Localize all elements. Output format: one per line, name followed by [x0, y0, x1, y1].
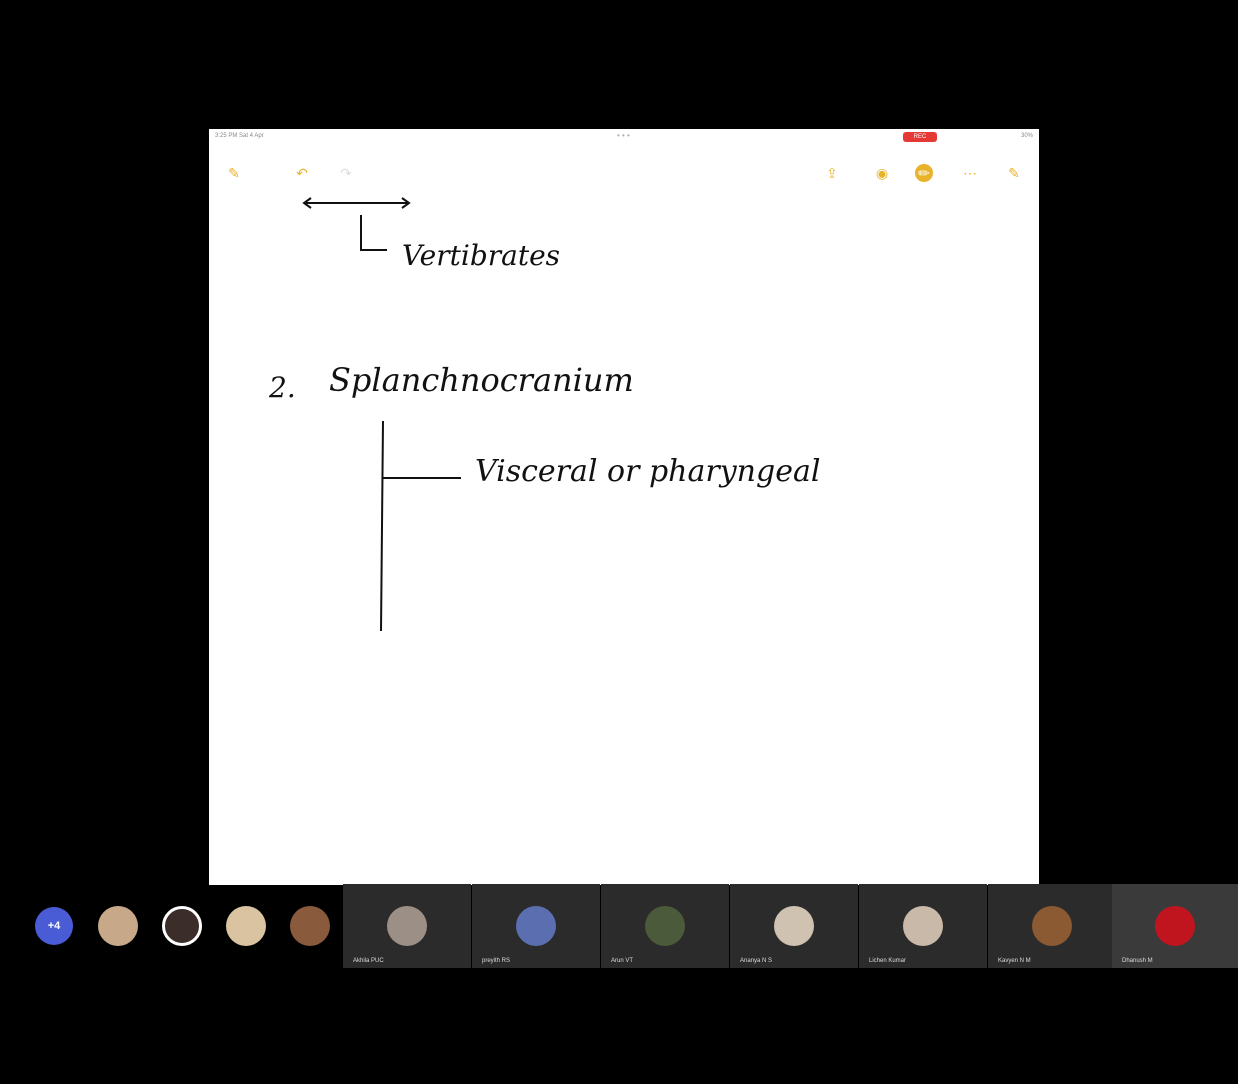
- avatar: [387, 906, 427, 946]
- pencil-icon[interactable]: ✎: [223, 162, 245, 184]
- battery-indicator: 30%: [1020, 133, 1033, 139]
- avatar: [98, 906, 138, 946]
- item-number-text: 2.: [268, 371, 296, 404]
- avatar: [290, 906, 330, 946]
- camera-icon[interactable]: ◉: [871, 162, 893, 184]
- participant-avatar-1[interactable]: [97, 884, 139, 968]
- redo-icon[interactable]: ↷: [335, 162, 357, 184]
- multitask-dots: • • •: [617, 131, 630, 140]
- avatar: [774, 906, 814, 946]
- participant-avatar-3[interactable]: [225, 884, 267, 968]
- status-time: 3:25 PM Sat 4 Apr: [215, 133, 264, 139]
- markup-icon[interactable]: ✏: [915, 164, 933, 182]
- tree-vertical-line: [380, 420, 384, 632]
- participant-video-tile[interactable]: Kavyen N M: [988, 884, 1116, 968]
- branch-label-text: Visceral or pharyngeal: [475, 454, 820, 489]
- participant-video-tile[interactable]: Ananya N S: [730, 884, 858, 968]
- avatar: [226, 906, 266, 946]
- participant-avatar-4[interactable]: [289, 884, 331, 968]
- splanchnocranium-text: Splanchnocranium: [329, 361, 634, 399]
- participant-avatar-2[interactable]: [161, 884, 203, 968]
- participant-strip: +4 Akhila PUC preyith RS Arun VT Ananya …: [0, 884, 1238, 968]
- participant-name: Dhanush M: [1122, 958, 1153, 964]
- avatar: [162, 906, 202, 946]
- participant-name: Ananya N S: [740, 958, 773, 964]
- participant-video-tile[interactable]: Lichen Kumar: [859, 884, 987, 968]
- arrow-left-head: [302, 197, 312, 209]
- ipad-status-bar: 3:25 PM Sat 4 Apr • • • REC 30%: [209, 129, 1039, 147]
- shared-screen: 3:25 PM Sat 4 Apr • • • REC 30% ✎ ↶ ↷ ⇪ …: [209, 129, 1039, 885]
- participant-video-tile[interactable]: preyith RS: [472, 884, 600, 968]
- notes-toolbar: ✎ ↶ ↷ ⇪ ◉ ✏ ⋯ ✎: [209, 153, 1039, 193]
- avatar: [516, 906, 556, 946]
- arrow-right-head: [401, 197, 411, 209]
- participant-name: Akhila PUC: [353, 958, 384, 964]
- participant-video-tile[interactable]: Akhila PUC: [343, 884, 471, 968]
- participant-video-tile[interactable]: Arun VT: [601, 884, 729, 968]
- avatar: [645, 906, 685, 946]
- vertibrates-text: Vertibrates: [402, 239, 560, 272]
- avatar: [903, 906, 943, 946]
- participant-name: Kavyen N M: [998, 958, 1031, 964]
- more-participants-badge[interactable]: +4: [35, 907, 73, 945]
- undo-icon[interactable]: ↶: [291, 162, 313, 184]
- participant-video-tile[interactable]: Dhanush M: [1112, 884, 1238, 968]
- share-icon[interactable]: ⇪: [821, 162, 843, 184]
- participant-name: Arun VT: [611, 958, 634, 964]
- participant-name: Lichen Kumar: [869, 958, 907, 964]
- compose-icon[interactable]: ✎: [1003, 162, 1025, 184]
- hook-line: [360, 215, 387, 251]
- avatar: [1155, 906, 1195, 946]
- participant-name: preyith RS: [482, 958, 511, 964]
- avatar: [1032, 906, 1072, 946]
- recording-badge: REC: [903, 132, 937, 142]
- more-participants-tile[interactable]: +4: [34, 884, 74, 968]
- more-icon[interactable]: ⋯: [959, 162, 981, 184]
- handwritten-note-canvas: Vertibrates 2. Splanchnocranium Visceral…: [268, 197, 820, 632]
